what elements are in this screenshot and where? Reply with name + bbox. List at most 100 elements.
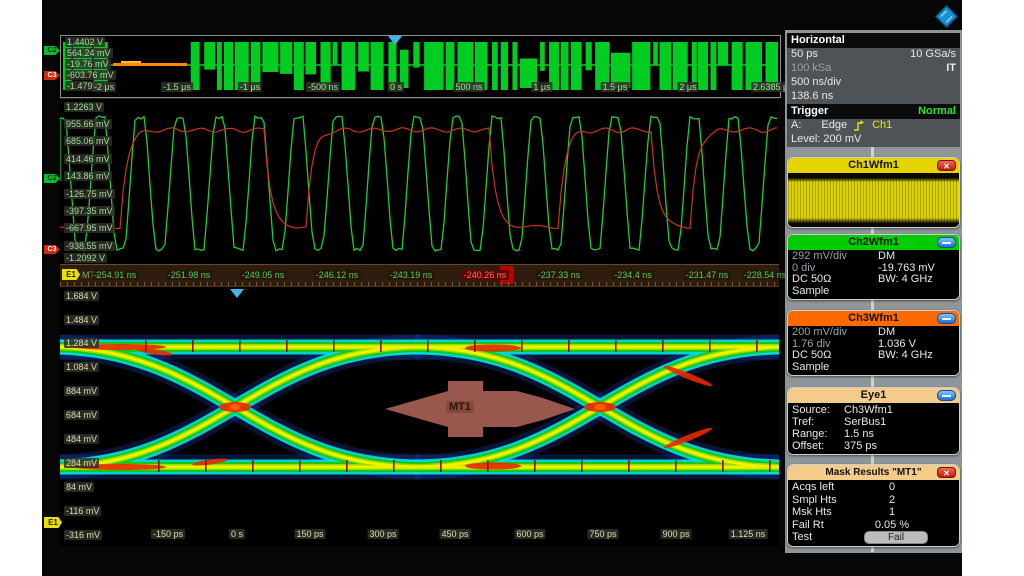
axis-label: -1.2092 V: [64, 253, 107, 263]
signal-info-row: Sample: [788, 362, 959, 374]
waveform-diagram[interactable]: 1.2263 V955.66 mV685.06 mV414.46 mV143.8…: [60, 98, 779, 264]
signal-info-row: DC 50ΩBW: 4 GHz: [788, 274, 959, 286]
ch2-panel-header[interactable]: Ch2Wfm1: [788, 235, 959, 250]
mask-panel-title: Mask Results "MT1": [825, 467, 921, 478]
trigger-title: Trigger: [791, 105, 828, 118]
ch2-panel-title: Ch2Wfm1: [848, 236, 899, 248]
axis-label: 1.284 V: [64, 338, 99, 348]
ch3-signal-panel: Ch3Wfm1 200 mV/divDM1.76 div1.036 VDC 50…: [787, 310, 960, 376]
axis-label: 1.5 μs: [601, 82, 630, 92]
ch2-signal-panel: Ch2Wfm1 292 mV/divDM0 div-19.763 mVDC 50…: [787, 234, 960, 300]
axis-label: -126.75 mV: [64, 189, 115, 199]
ch1-close-button[interactable]: ✕: [937, 160, 956, 171]
ch3-panel-body: 200 mV/divDM1.76 div1.036 VDC 50ΩBW: 4 G…: [788, 326, 959, 375]
axis-label: 414.46 mV: [64, 154, 112, 164]
ch2-minimize-button[interactable]: [937, 237, 956, 248]
axis-label: 1.4402 V: [65, 37, 105, 47]
mask-result-row: Msk Hts1: [788, 506, 959, 519]
axis-label: -500 ns: [306, 82, 340, 92]
axis-label: -2 μs: [92, 82, 116, 92]
ch1-signal-panel: Ch1Wfm1 ✕: [787, 157, 960, 228]
ch3-panel-header[interactable]: Ch3Wfm1: [788, 311, 959, 326]
axis-label: -249.05 ns: [240, 270, 287, 280]
axis-label: -316 mV: [64, 530, 102, 540]
eye-info-row: Tref:SerBus1: [788, 416, 959, 428]
trigger-panel: Trigger Normal A: Edge Ch1 Level: 200 mV: [787, 104, 960, 147]
axis-label: 900 ps: [660, 529, 691, 539]
mask-panel-header[interactable]: Mask Results "MT1" ✕: [788, 465, 959, 480]
eye1-panel-header[interactable]: Eye1: [788, 388, 959, 403]
signal-info-row: DC 50ΩBW: 4 GHz: [788, 350, 959, 362]
ch3-minimize-button[interactable]: [937, 313, 956, 324]
eye-source-badge[interactable]: E1: [62, 269, 80, 280]
ch1-panel-title: Ch1Wfm1: [848, 159, 899, 171]
trigger-position-marker[interactable]: [388, 36, 402, 45]
mask-result-row: Smpl Hts2: [788, 494, 959, 507]
ch1-waveform-thumbnail[interactable]: [788, 173, 959, 227]
overview-strip[interactable]: 1.4402 V564.24 mV-19.76 mV-603.76 mV-1.4…: [60, 35, 781, 98]
axis-label: 1.484 V: [64, 315, 99, 325]
horizontal-panel: Horizontal 50 ps 10 GSa/s 100 kSa IT 500…: [787, 33, 960, 104]
trigger-src-label: A:: [791, 119, 801, 133]
signal-info-row: 292 mV/divDM: [788, 251, 959, 263]
horizontal-title[interactable]: Horizontal: [787, 33, 960, 48]
waveform-traces: [60, 99, 779, 264]
axis-label: 484 mV: [64, 434, 99, 444]
axis-label: -243.19 ns: [388, 270, 435, 280]
mask-result-row: Fail Rt0.05 %: [788, 519, 959, 532]
axis-label: 685.06 mV: [64, 136, 112, 146]
axis-label: 884 mV: [64, 386, 99, 396]
mask-test-row: TestFail: [788, 531, 959, 544]
mask-close-button[interactable]: ✕: [937, 467, 956, 478]
trigger-mode: Normal: [918, 105, 956, 118]
mask-results-panel: Mask Results "MT1" ✕ Acqs left0Smpl Hts2…: [787, 464, 960, 547]
axis-label: -234.4 ns: [612, 270, 654, 280]
axis-label: 2 μs: [677, 82, 698, 92]
axis-label: -150 ps: [151, 529, 185, 539]
eye-badge[interactable]: E1: [44, 517, 62, 528]
eye1-minimize-button[interactable]: [937, 390, 956, 401]
oscilloscope-screen: 1.4402 V564.24 mV-19.76 mV-603.76 mV-1.4…: [0, 0, 1024, 576]
axis-label: 150 ps: [294, 529, 325, 539]
eye1-panel: Eye1 Source:Ch3Wfm1Tref:SerBus1Range:1.5…: [787, 387, 960, 455]
axis-label: 0 s: [229, 529, 245, 539]
axis-label: 955.66 mV: [64, 119, 112, 129]
ch1-panel-header[interactable]: Ch1Wfm1 ✕: [788, 158, 959, 173]
axis-label: 84 mV: [64, 482, 94, 492]
ch2-panel-body: 292 mV/divDM0 div-19.763 mVDC 50ΩBW: 4 G…: [788, 250, 959, 299]
trigger-type: Edge: [821, 119, 847, 133]
mask-test-timebar[interactable]: E1 MT1 -254.91 ns-251.98 ns-249.05 ns-24…: [60, 264, 779, 287]
record-length-value: 100 kSa: [791, 62, 831, 76]
axis-label: 1.125 ns: [729, 529, 768, 539]
trigger-source: Ch1: [872, 119, 892, 133]
ch3-panel-title: Ch3Wfm1: [848, 312, 899, 324]
axis-label: -397.35 mV: [64, 206, 115, 216]
trigger-title-row[interactable]: Trigger Normal: [787, 104, 960, 119]
eye-info-row: Source:Ch3Wfm1: [788, 404, 959, 416]
mask-result-row: Acqs left0: [788, 481, 959, 494]
axis-label: 1.084 V: [64, 362, 99, 372]
axis-label: 600 ps: [514, 529, 545, 539]
horizontal-position-value: 138.6 ns: [791, 90, 833, 104]
axis-label: 0 s: [388, 82, 404, 92]
sample-rate-value: 10 GSa/s: [910, 48, 956, 62]
axis-label: 1.684 V: [64, 291, 99, 301]
axis-label: 450 ps: [439, 529, 470, 539]
signal-info-row: 200 mV/divDM: [788, 327, 959, 339]
axis-label: 143.86 mV: [64, 171, 112, 181]
mask-shape-label: MT1: [446, 401, 474, 413]
resolution-value: 50 ps: [791, 48, 818, 62]
axis-label: -19.76 mV: [65, 59, 111, 69]
eye-diagram[interactable]: MT1 1.684 V 1.484 V 1.284 V 1.084 V 884 mV 68…: [60, 288, 779, 546]
eye1-panel-body: Source:Ch3Wfm1Tref:SerBus1Range:1.5 nsOf…: [788, 403, 959, 454]
axis-label: -237.33 ns: [536, 270, 583, 280]
axis-label: -1.5 μs: [161, 82, 193, 92]
mask-test-status-pill: Fail: [864, 531, 928, 544]
axis-label: 564.24 mV: [65, 48, 113, 58]
eye-trigger-marker[interactable]: [230, 289, 244, 298]
axis-label: -1 μs: [238, 82, 262, 92]
axis-label: -246.12 ns: [314, 270, 361, 280]
axis-label: 284 mV: [64, 458, 99, 468]
axis-label: -254.91 ns: [92, 270, 139, 280]
axis-label: 684 mV: [64, 410, 99, 420]
